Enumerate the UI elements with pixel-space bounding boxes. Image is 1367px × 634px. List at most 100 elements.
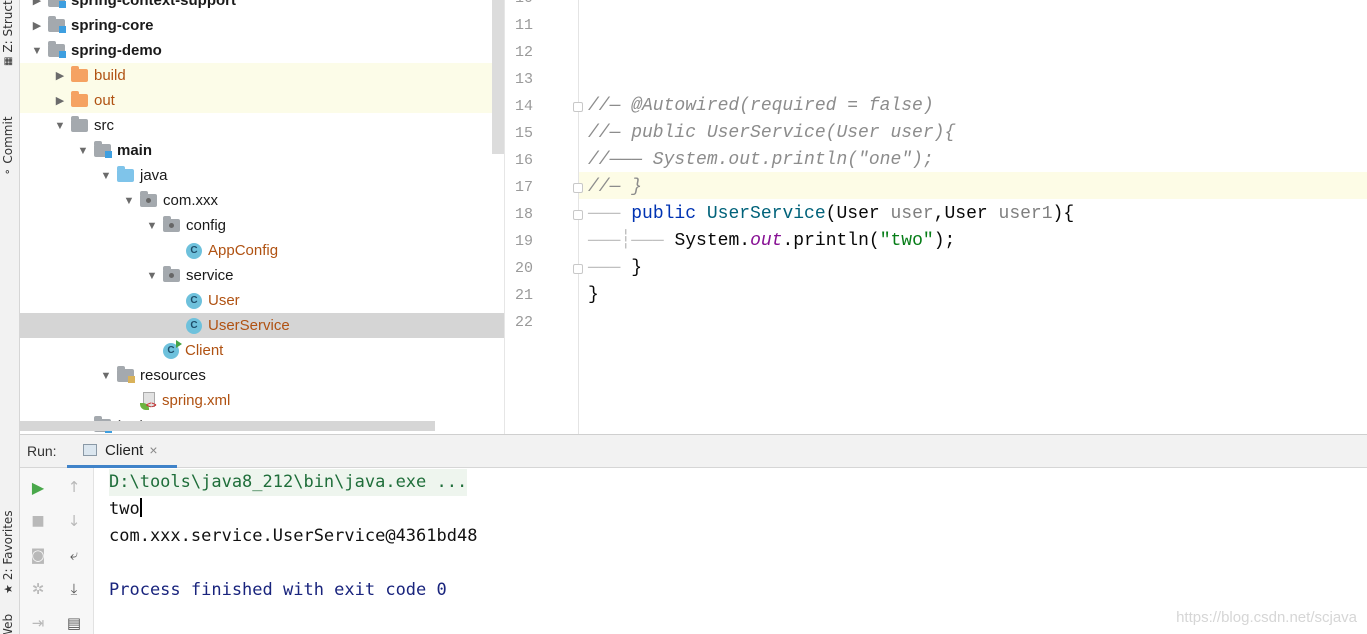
tree-item-service[interactable]: ▼ service	[20, 263, 504, 288]
fold-marker-icon[interactable]	[573, 264, 583, 274]
arrow-down-icon[interactable]: ↓	[64, 511, 84, 531]
source-folder-icon	[117, 166, 134, 182]
tree-item-main[interactable]: ▼ main	[20, 138, 504, 163]
module-folder-icon	[48, 16, 66, 33]
resources-folder-icon	[117, 366, 135, 383]
editor-gutter: 10 11 12 13 14 15 16 17 18 19 20 21 22	[505, 0, 583, 434]
line-number: 22	[514, 314, 533, 331]
chevron-down-icon[interactable]: ▼	[98, 170, 114, 182]
tree-item-spring-xml[interactable]: <> spring.xml	[20, 388, 504, 413]
class-icon: C	[186, 242, 202, 259]
excluded-folder-icon	[71, 91, 88, 107]
tree-item-label: main	[117, 142, 153, 159]
tree-item-label: build	[94, 67, 126, 84]
chevron-down-icon[interactable]: ▼	[75, 145, 91, 157]
tree-item-label: service	[186, 267, 234, 284]
chevron-right-icon[interactable]: ▶	[29, 0, 45, 7]
structure-tool-button[interactable]: ▦ Z: Structure	[1, 0, 15, 66]
line-number: 10	[505, 0, 533, 12]
run-label: Run:	[27, 443, 57, 459]
line-number: 14	[514, 98, 533, 115]
line-number: 19	[514, 233, 533, 250]
favorites-tool-button[interactable]: ★ 2: Favorites	[1, 510, 15, 594]
scroll-to-end-icon[interactable]: ⤓	[64, 579, 84, 599]
tree-item-com-xxx[interactable]: ▼ com.xxx	[20, 188, 504, 213]
settings-icon[interactable]: ✲	[28, 579, 48, 599]
soft-wrap-icon[interactable]: ⤶	[64, 545, 84, 565]
tree-item-label: spring-core	[71, 17, 154, 34]
tree-item-client[interactable]: C Client	[20, 338, 504, 363]
tree-item-out[interactable]: ▶ out	[20, 88, 504, 113]
tree-item-spring-context-support[interactable]: ▶ spring-context-support	[20, 0, 504, 13]
tree-item-userservice[interactable]: C UserService	[20, 313, 504, 338]
spring-xml-icon: <>	[140, 391, 157, 410]
left-tool-strip: ▦ Z: Structure ⚬ Commit ★ 2: Favorites Web	[0, 0, 20, 634]
chevron-right-icon[interactable]: ▶	[52, 69, 68, 82]
tree-item-resources[interactable]: ▼ resources	[20, 363, 504, 388]
fold-marker-icon[interactable]	[573, 210, 583, 220]
console-line: com.xxx.service.UserService@4361bd48	[109, 526, 478, 546]
module-folder-icon	[48, 41, 66, 58]
chevron-down-icon[interactable]: ▼	[144, 270, 160, 282]
chevron-down-icon[interactable]: ▼	[144, 220, 160, 232]
tree-item-label: out	[94, 92, 115, 109]
structure-icon: ▦	[2, 56, 14, 66]
rerun-play-icon[interactable]: ▶	[28, 477, 48, 497]
commit-icon: ⚬	[2, 167, 14, 176]
project-tree: ▶ spring-context-support ▶ spring-core ▼ spri…	[20, 0, 504, 434]
line-number: 11	[514, 17, 533, 34]
class-icon: C	[186, 292, 202, 309]
module-folder-icon	[94, 141, 112, 158]
tree-item-java[interactable]: ▼ java	[20, 163, 504, 188]
tree-item-appconfig[interactable]: C AppConfig	[20, 238, 504, 263]
line-number: 13	[514, 71, 533, 88]
stop-icon[interactable]: ■	[28, 511, 48, 531]
web-tool-button[interactable]: Web	[1, 614, 15, 634]
folder-icon	[71, 116, 88, 132]
tree-item-config[interactable]: ▼ config	[20, 213, 504, 238]
tree-item-src[interactable]: ▼ src	[20, 113, 504, 138]
chevron-down-icon[interactable]: ▼	[121, 195, 137, 207]
line-number: 21	[514, 287, 533, 304]
run-toolbar: ▶ ↑ ■ ↓ ◙ ⤶ ✲ ⤓ ⇥ ▤	[20, 468, 94, 634]
close-icon[interactable]: ×	[149, 442, 157, 458]
tree-item-build[interactable]: ▶ build	[20, 63, 504, 88]
tree-item-label: com.xxx	[163, 192, 219, 209]
console-line: two	[109, 498, 142, 519]
chevron-right-icon[interactable]: ▶	[52, 94, 68, 107]
line-number: 16	[514, 152, 533, 169]
star-icon: ★	[1, 584, 15, 594]
camera-icon[interactable]: ◙	[28, 545, 48, 565]
structure-label: Z: Structure	[1, 0, 15, 53]
excluded-folder-icon	[71, 66, 88, 82]
package-icon	[163, 216, 180, 232]
tree-item-label: config	[186, 217, 227, 234]
exit-icon[interactable]: ⇥	[28, 613, 48, 633]
tree-item-user[interactable]: C User	[20, 288, 504, 313]
arrow-up-icon[interactable]: ↑	[64, 477, 84, 497]
module-folder-icon	[48, 0, 66, 8]
print-icon[interactable]: ▤	[64, 613, 84, 633]
fold-marker-icon[interactable]	[573, 183, 583, 193]
chevron-right-icon[interactable]: ▶	[29, 19, 45, 32]
chevron-down-icon[interactable]: ▼	[29, 45, 45, 57]
chevron-down-icon[interactable]: ▼	[98, 370, 114, 382]
line-number: 17	[514, 179, 533, 196]
tree-vertical-scrollbar[interactable]	[492, 0, 504, 154]
tree-item-spring-demo[interactable]: ▼ spring-demo	[20, 38, 504, 63]
code-line: //— public UserService(User user){	[588, 123, 956, 143]
code-editor[interactable]: 10 11 12 13 14 15 16 17 18 19 20 21 22 //— @Autowire…	[504, 0, 1367, 434]
commit-tool-button[interactable]: ⚬ Commit	[1, 116, 15, 176]
web-label: Web	[1, 613, 15, 634]
console-line: D:\tools\java8_212\bin\java.exe ...	[109, 469, 468, 496]
tree-item-spring-core[interactable]: ▶ spring-core	[20, 13, 504, 38]
package-icon	[163, 266, 180, 282]
runnable-class-icon: C	[163, 339, 182, 359]
class-icon: C	[186, 317, 202, 334]
tree-item-label: UserService	[208, 317, 290, 334]
tree-horizontal-scrollbar[interactable]	[20, 421, 435, 431]
chevron-down-icon[interactable]: ▼	[52, 120, 68, 132]
code-line: //— @Autowired(required = false)	[588, 96, 934, 116]
tab-client[interactable]: Client ×	[67, 435, 177, 468]
fold-marker-icon[interactable]	[573, 102, 583, 112]
